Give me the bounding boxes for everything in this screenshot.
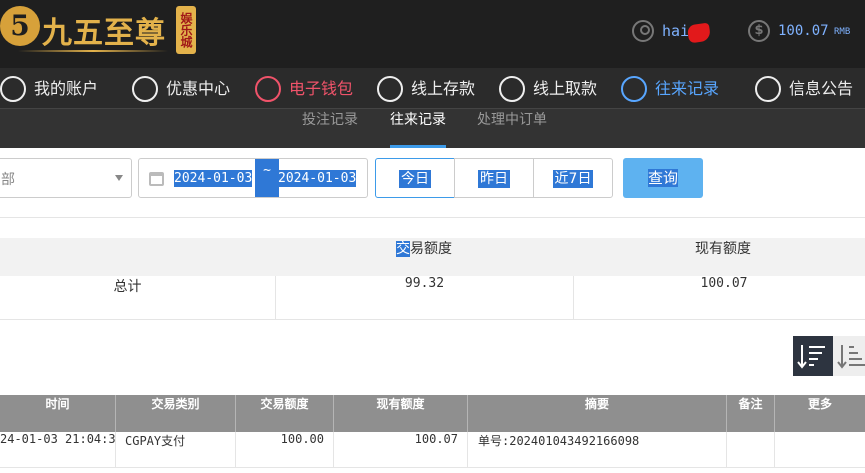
- cell-type: CGPAY支付: [116, 432, 236, 468]
- sub-nav: 投注记录 往来记录 处理中订单: [0, 109, 865, 148]
- divider: [0, 217, 865, 218]
- page: 5 九五至尊 娱乐城 hai $ 100.07 RMB 我的账户 优惠中心 电子…: [0, 0, 865, 473]
- records-table-header: 时间 交易类别 交易额度 现有额度 摘要 备注 更多: [0, 395, 865, 432]
- date-end[interactable]: 2024-01-03: [278, 170, 357, 187]
- summary-total-label: 总计: [0, 276, 276, 319]
- cell-remark: [727, 432, 775, 468]
- nav-label: 信息公告: [789, 79, 854, 98]
- last-7-days-button[interactable]: 近7日: [533, 158, 613, 198]
- cell-time: 24-01-03 21:04:30: [0, 432, 116, 468]
- cell-more[interactable]: [775, 432, 865, 468]
- col-summary: 摘要: [468, 395, 727, 432]
- date-range-input[interactable]: 2024-01-03 ~ 2024-01-03: [138, 158, 368, 198]
- username[interactable]: hai: [662, 22, 689, 40]
- summary-header-cell: [0, 238, 275, 276]
- summary-header: 交易额度 现有额度: [0, 238, 865, 276]
- logo-mark[interactable]: 5: [0, 6, 40, 46]
- sort-descending-button[interactable]: [793, 336, 833, 376]
- chevron-down-icon: [115, 175, 123, 181]
- bell-icon: [755, 76, 781, 102]
- summary-total-balance: 100.07: [700, 276, 748, 291]
- nav-label: 我的账户: [34, 79, 99, 98]
- today-button-label: 今日: [399, 170, 431, 188]
- logo-text[interactable]: 九五至尊: [42, 8, 166, 52]
- date-separator: ~: [255, 159, 279, 197]
- col-time: 时间: [0, 395, 116, 432]
- col-amount: 交易额度: [236, 395, 334, 432]
- nav-label: 线上存款: [411, 79, 476, 98]
- query-button-label: 查询: [647, 169, 678, 187]
- summary-header-amount-rest: 易额度: [410, 241, 452, 257]
- summary-row: 总计 99.32 100.07: [0, 276, 865, 320]
- query-button[interactable]: 查询: [623, 158, 703, 198]
- nav-label: 往来记录: [655, 79, 720, 98]
- table-row[interactable]: 24-01-03 21:04:30 CGPAY支付 100.00 100.07 …: [0, 432, 865, 468]
- top-header: 5 九五至尊 娱乐城 hai $ 100.07 RMB: [0, 0, 865, 68]
- type-select[interactable]: 部: [0, 158, 132, 198]
- tab-pending-orders[interactable]: 处理中订单: [477, 109, 547, 148]
- summary-total-amount: 99.32: [276, 276, 574, 319]
- logo-tag: 娱乐城: [176, 6, 196, 54]
- nav-label: 电子钱包: [289, 79, 354, 98]
- summary-header-amount-first: 交: [396, 241, 410, 257]
- cell-balance: 100.07: [334, 432, 468, 468]
- withdraw-icon: [499, 76, 525, 102]
- col-balance: 现有额度: [334, 395, 468, 432]
- summary-header-balance: 现有额度: [695, 241, 751, 257]
- sort-descending-icon: [797, 345, 825, 369]
- balance-amount: 100.07: [778, 23, 829, 39]
- col-type: 交易类别: [116, 395, 236, 432]
- today-button[interactable]: 今日: [375, 158, 455, 198]
- main-nav: 我的账户 优惠中心 电子钱包 线上存款 线上取款 往来记录 信息公告: [0, 68, 865, 109]
- summary-header-amount: 交易额度: [275, 238, 573, 276]
- col-more: 更多: [807, 397, 832, 411]
- cell-amount: 100.00: [236, 432, 334, 468]
- records-icon: [621, 76, 647, 102]
- tab-bet-records[interactable]: 投注记录: [302, 109, 358, 148]
- user-icon[interactable]: [632, 20, 654, 42]
- logo-underline: [18, 50, 168, 52]
- sort-ascending-icon: [837, 345, 865, 369]
- nav-label: 线上取款: [533, 79, 598, 98]
- gift-icon: [132, 76, 158, 102]
- yesterday-button[interactable]: 昨日: [454, 158, 534, 198]
- table-row-partial: [0, 468, 865, 473]
- redaction-mark: [686, 22, 712, 44]
- col-remark: 备注: [727, 395, 775, 432]
- wallet-icon: [255, 76, 281, 102]
- type-select-value: 部: [1, 172, 15, 188]
- yesterday-button-label: 昨日: [478, 170, 510, 188]
- cell-summary: 单号:202401043492166098: [468, 432, 727, 468]
- balance-unit: RMB: [834, 27, 851, 37]
- tab-transaction-records[interactable]: 往来记录: [390, 109, 446, 148]
- dollar-coin-icon: $: [748, 20, 770, 42]
- quick-date-buttons: 今日 昨日 近7日: [375, 158, 613, 198]
- last-7-days-button-label: 近7日: [552, 170, 594, 188]
- calendar-icon: [149, 172, 164, 186]
- nav-label: 优惠中心: [166, 79, 231, 98]
- date-start[interactable]: 2024-01-03: [174, 170, 253, 187]
- sort-ascending-button[interactable]: [833, 336, 865, 376]
- user-icon: [0, 76, 26, 102]
- deposit-icon: [377, 76, 403, 102]
